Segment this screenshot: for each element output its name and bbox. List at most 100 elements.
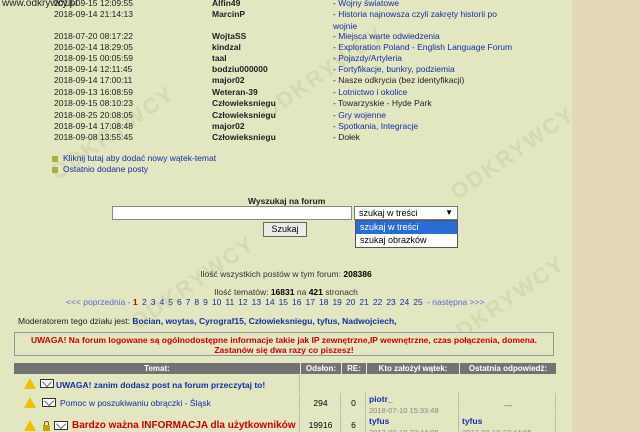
page-link[interactable]: 8 <box>194 297 199 307</box>
last-reply-date: 2017-09-19 22:44:05 <box>462 427 555 432</box>
author-link[interactable]: tyfus <box>369 415 458 427</box>
page-link[interactable]: 11 <box>225 297 234 307</box>
warning-icon <box>24 397 36 408</box>
topic-title-link[interactable]: UWAGA! zanim dodasz post na forum przecz… <box>56 380 265 390</box>
topic-title-link[interactable]: Pomoc w poszukiwaniu obrączki - Śląsk <box>60 398 211 408</box>
page-link[interactable]: 23 <box>386 297 395 307</box>
page-link[interactable]: 17 <box>306 297 315 307</box>
page-link[interactable]: 3 <box>151 297 156 307</box>
search-title: Wyszukaj na forum <box>248 196 326 206</box>
topic-text[interactable]: Pojazdy/Artyleria <box>338 53 402 63</box>
post-date: 2018-09-14 21:14:13 <box>54 9 133 19</box>
post-topic-link[interactable]: - Towarzyskie - Hyde Park <box>333 97 513 109</box>
page-link[interactable]: 5 <box>168 297 173 307</box>
page-link[interactable]: 14 <box>265 297 274 307</box>
topic-title-text[interactable]: Bardzo ważna INFORMACJA dla użytkowników <box>72 420 296 431</box>
search-input[interactable] <box>112 206 352 220</box>
topic-title-link[interactable]: Bardzo ważna INFORMACJA dla użytkowników <box>72 420 296 431</box>
moderator-link[interactable]: Cyrograf15, <box>199 316 246 326</box>
post-date: 2018-09-08 13:55:45 <box>54 132 133 142</box>
post-topic-link[interactable]: - Nasze odkrycia (bez identyfikacji) <box>333 74 513 86</box>
page-link[interactable]: 22 <box>373 297 382 307</box>
page-link[interactable]: 10 <box>212 297 221 307</box>
topic-title-text[interactable]: UWAGA! zanim dodasz post na forum przecz… <box>56 380 265 390</box>
topic-text[interactable]: Miejsca warte odwiedzenia <box>338 31 440 41</box>
right-sidebar <box>572 0 640 432</box>
recent-post-row: 2018-09-14 17:00:11 major02 - Nasze odkryc… <box>0 74 572 86</box>
post-author: major02 <box>212 75 245 85</box>
page-link[interactable]: 4 <box>159 297 164 307</box>
table-row: UWAGA! zanim dodasz post na forum przecz… <box>14 375 556 392</box>
replies-cell-text: 0 <box>351 398 356 408</box>
page-link[interactable]: 20 <box>346 297 355 307</box>
topic-cell: Bardzo ważna INFORMACJA dla użytkowników <box>14 415 300 432</box>
page-link[interactable]: 25 <box>413 297 422 307</box>
page-link[interactable]: 9 <box>203 297 208 307</box>
envelope-icon <box>40 379 54 388</box>
last-reply-cell: --- <box>460 393 556 414</box>
page-link[interactable]: 19 <box>332 297 341 307</box>
topic-text[interactable]: Lotnictwo i okolice <box>338 87 407 97</box>
topic-text[interactable]: Fortyfikacje, bunkry, podziemia <box>338 64 455 74</box>
author-cell: tyfus2017-09-19 22:44:05 <box>367 415 459 432</box>
col-last-reply: Ostatnia odpowiedź: <box>460 363 556 374</box>
author-link[interactable]: piotr_ <box>369 393 458 405</box>
last-reply-author[interactable]: tyfus <box>462 415 555 427</box>
bullet-icon <box>52 166 58 173</box>
last-reply-author[interactable]: --- <box>462 393 555 411</box>
topic-text[interactable]: Nasze odkrycia (bez identyfikacji) <box>338 75 464 85</box>
recent-post-row: 2018-09-15 08:10:23 Człowieksniegu - Towar… <box>0 97 572 109</box>
page-link[interactable]: 18 <box>319 297 328 307</box>
search-button[interactable]: Szukaj <box>263 222 307 237</box>
col-views: Odsłon: <box>301 363 341 374</box>
search-mode-select[interactable]: szukaj w treści ▼ <box>354 206 458 220</box>
page-link[interactable]: 6 <box>177 297 182 307</box>
author-date: 2017-09-19 22:44:05 <box>369 427 458 432</box>
post-topic-link[interactable]: - Historia najnowsza czyli zakręty histo… <box>333 8 513 20</box>
col-author: Kto założył wątek: <box>367 363 459 374</box>
moderator-link[interactable]: Bocian, <box>132 316 163 326</box>
topic-text[interactable]: Wojny światowe <box>338 0 399 8</box>
col-topic: Temat: <box>14 363 300 374</box>
topics-count: Ilość tematów: 16831 na 421 stronach <box>214 287 358 297</box>
topic-title-text[interactable]: Pomoc w poszukiwaniu obrączki - Śląsk <box>60 398 211 408</box>
page-link[interactable]: 2 <box>142 297 147 307</box>
page-link[interactable]: 16 <box>292 297 301 307</box>
search-option-text[interactable]: szukaj w treści <box>356 221 457 234</box>
topic-text[interactable]: Exploration Poland - English Language Fo… <box>338 42 512 52</box>
recent-posts-link[interactable]: Ostatnio dodane posty <box>52 163 148 175</box>
prev-page-link[interactable]: <<< poprzednia - <box>66 297 131 307</box>
topic-text[interactable]: Spotkania, Integracje <box>338 121 418 131</box>
page-link[interactable]: 12 <box>238 297 247 307</box>
posts-count: Ilość wszystkich postów w tym forum: 208… <box>200 269 372 279</box>
logging-warning: UWAGA! Na forum logowane są ogólnodostęp… <box>14 332 554 356</box>
views-cell: 19916 <box>301 415 341 432</box>
moderator-link[interactable]: woytas, <box>165 316 196 326</box>
page-link[interactable]: 15 <box>279 297 288 307</box>
views-cell: 294 <box>301 393 341 414</box>
page-link[interactable]: 13 <box>252 297 261 307</box>
lock-icon <box>43 421 50 431</box>
forum-page: www.odkrywcy.pl ODKRYWCY ODKRYWCY ODKRYW… <box>0 0 572 432</box>
post-topic-link[interactable]: - Dołek <box>333 131 513 143</box>
topic-text[interactable]: Dołek <box>338 132 360 142</box>
page-link[interactable]: 21 <box>359 297 368 307</box>
table-row: Bardzo ważna INFORMACJA dla użytkowników… <box>14 415 556 432</box>
topic-text[interactable]: Gry wojenne <box>338 110 386 120</box>
search-mode-dropdown[interactable]: szukaj w treści szukaj obrazków <box>355 220 458 248</box>
page-link[interactable]: 7 <box>186 297 191 307</box>
page-link[interactable]: 24 <box>400 297 409 307</box>
topic-text[interactable]: Historia najnowsza czyli zakręty histori… <box>338 9 497 19</box>
moderator-link[interactable]: Nadwojciech, <box>342 316 396 326</box>
post-author: Człowieksniegu <box>212 98 276 108</box>
moderator-link[interactable]: Człowieksniegu, <box>249 316 315 326</box>
moderator-link[interactable]: tyfus, <box>317 316 340 326</box>
post-date: 2018-09-15 08:10:23 <box>54 98 133 108</box>
next-page-link[interactable]: - następna >>> <box>427 297 484 307</box>
search-option-images[interactable]: szukaj obrazków <box>356 234 457 247</box>
topic-text[interactable]: Towarzyskie - Hyde Park <box>338 98 432 108</box>
search-mode-value: szukaj w treści <box>359 208 418 218</box>
post-author: Człowieksniegu <box>212 132 276 142</box>
topic-cell: UWAGA! zanim dodasz post na forum przecz… <box>14 375 300 392</box>
post-author: MarcinP <box>212 9 246 19</box>
